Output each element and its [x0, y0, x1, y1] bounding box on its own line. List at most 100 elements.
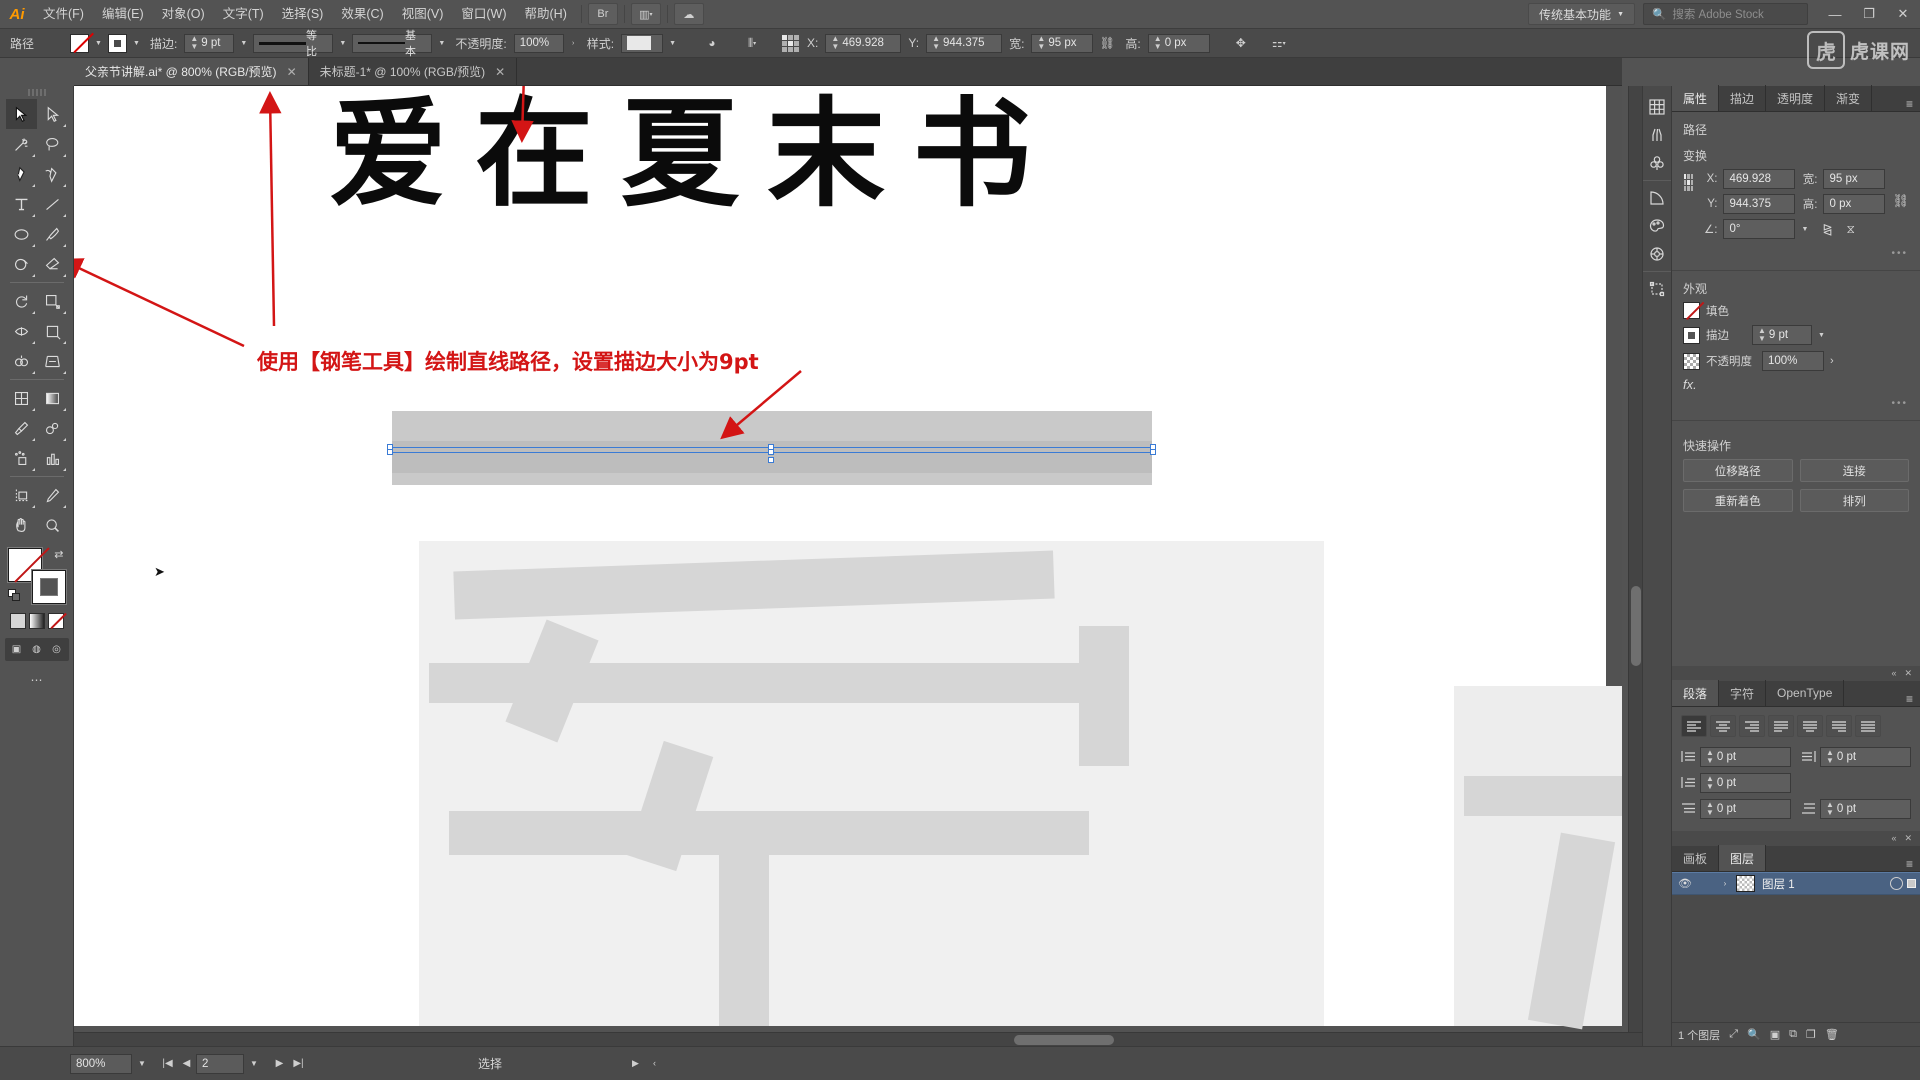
canvas-horizontal-scrollbar[interactable] [74, 1032, 1642, 1046]
pen-tool[interactable] [6, 159, 37, 189]
gradient-mode-icon[interactable] [28, 613, 45, 629]
tab-opentype[interactable]: OpenType [1766, 680, 1845, 706]
layer-selection-indicator[interactable] [1907, 879, 1916, 888]
width-tool[interactable] [6, 316, 37, 346]
first-artboard-button[interactable]: |◀ [158, 1054, 177, 1074]
justify-last-center-button[interactable] [1797, 715, 1823, 737]
artboard-tool[interactable] [6, 480, 37, 510]
scale-tool[interactable] [37, 286, 68, 316]
appearance-stroke-swatch[interactable] [1683, 326, 1700, 344]
transform-options-icon[interactable]: ✥ [1230, 33, 1252, 54]
stroke-color-swatch[interactable] [31, 570, 66, 604]
ellipse-tool[interactable] [6, 219, 37, 249]
next-artboard-button[interactable]: ▶ [270, 1054, 289, 1074]
slice-tool[interactable] [37, 480, 68, 510]
type-tool[interactable] [6, 189, 37, 219]
default-fill-stroke-icon[interactable] [7, 589, 21, 602]
appearance-opacity-row[interactable]: 不透明度 100% › [1672, 351, 1920, 377]
sync-settings-icon[interactable]: ☁ [673, 3, 704, 25]
transform-panel-icon[interactable] [1643, 275, 1671, 303]
offset-path-button[interactable]: 位移路径 [1683, 459, 1793, 482]
zoom-level-field[interactable]: 800% [70, 1053, 132, 1074]
color-panel-icon[interactable] [1643, 212, 1671, 240]
canvas-vertical-scrollbar[interactable] [1628, 86, 1642, 1046]
zoom-dropdown-icon[interactable]: ▼ [132, 1054, 152, 1074]
anchor-point[interactable] [1150, 449, 1156, 455]
layers-list-body[interactable] [1672, 895, 1920, 1022]
menu-select[interactable]: 选择(S) [273, 0, 333, 29]
artboard-dropdown-icon[interactable]: ▼ [244, 1054, 264, 1074]
prop-angle-field[interactable]: 0° [1723, 219, 1796, 239]
tab-stroke[interactable]: 描边 [1719, 85, 1767, 111]
close-button[interactable]: ✕ [1886, 0, 1920, 29]
eyedropper-tool[interactable] [6, 413, 37, 443]
gradient-tool[interactable] [37, 383, 68, 413]
flip-horizontal-icon[interactable]: ⧎ [1822, 222, 1832, 236]
zoom-tool[interactable] [37, 510, 68, 540]
document-tab-1[interactable]: 父亲节讲解.ai* @ 800% (RGB/预览) ✕ [74, 58, 309, 85]
mesh-tool[interactable] [6, 383, 37, 413]
lasso-tool[interactable] [37, 129, 68, 159]
close-icon[interactable]: ✕ [1904, 833, 1912, 844]
perspective-grid-tool[interactable] [37, 346, 68, 376]
tab-transparency[interactable]: 透明度 [1766, 85, 1826, 111]
color-mode-icon[interactable] [9, 613, 26, 629]
space-after-field[interactable]: ▲ ▼ 0 pt [1820, 799, 1911, 819]
symbols-panel-icon[interactable] [1643, 149, 1671, 177]
symbol-sprayer-tool[interactable] [6, 443, 37, 473]
y-field[interactable]: ▲ ▼ 944.375 [926, 33, 1003, 53]
tab-character[interactable]: 字符 [1719, 680, 1767, 706]
graphic-style-swatch[interactable] [621, 33, 664, 53]
locate-object-icon[interactable]: ⤢ [1729, 1028, 1738, 1041]
layer-target-icon[interactable] [1890, 877, 1903, 890]
arrange-documents-icon[interactable]: ▥ ▾ [630, 3, 661, 25]
chevron-right-icon[interactable]: › [1718, 879, 1732, 888]
justify-last-right-button[interactable] [1826, 715, 1852, 737]
stepper-icon[interactable]: ▲ ▼ [190, 35, 198, 51]
first-line-indent-item[interactable]: ▲ ▼ 0 pt [1681, 773, 1791, 793]
scroll-thumb[interactable] [1014, 1035, 1114, 1045]
fx-icon[interactable]: fx. [1683, 377, 1697, 392]
selection-tool[interactable] [5, 99, 37, 129]
lock-proportions-icon[interactable]: ⛓ [1096, 33, 1118, 54]
angle-dropdown-icon[interactable]: ▼ [1801, 226, 1808, 233]
more-options-icon[interactable]: ⚏ ▾ [1268, 33, 1290, 54]
close-icon[interactable]: ✕ [495, 65, 505, 79]
justify-all-button[interactable] [1855, 715, 1881, 737]
h-stepper-icon[interactable]: ▲ ▼ [1154, 35, 1162, 51]
opacity-field[interactable]: 100% [513, 33, 564, 53]
drawing-mode-behind-icon[interactable]: ◍ [28, 641, 46, 658]
direct-selection-tool[interactable] [37, 99, 68, 129]
blend-tool[interactable] [37, 413, 68, 443]
justify-last-left-button[interactable] [1768, 715, 1794, 737]
fill-dropdown-icon[interactable]: ▼ [92, 34, 105, 53]
appearance-stroke-row[interactable]: 描边 ▲ ▼ 9 pt ▼ [1672, 325, 1920, 351]
scroll-thumb[interactable] [1631, 586, 1641, 666]
prop-h-field[interactable]: 0 px [1823, 194, 1886, 214]
maximize-button[interactable]: ❐ [1852, 0, 1886, 29]
opacity-flyout-icon[interactable]: › [1830, 355, 1834, 367]
prop-x-field[interactable]: 469.928 [1723, 169, 1796, 189]
layer-row[interactable]: 👁 › 图层 1 [1672, 872, 1920, 895]
color-guide-panel-icon[interactable] [1643, 240, 1671, 268]
right-indent-field[interactable]: ▲ ▼ 0 pt [1820, 747, 1911, 767]
recolor-artwork-icon[interactable]: ◕ [701, 33, 723, 54]
selected-path[interactable] [387, 441, 1156, 463]
align-left-button[interactable] [1681, 715, 1707, 737]
create-sublayer-icon[interactable]: ▣ [1770, 1028, 1780, 1041]
column-graph-tool[interactable] [37, 443, 68, 473]
properties-reference-point[interactable] [1683, 173, 1694, 192]
profile-dropdown-icon[interactable]: ▼ [336, 34, 349, 53]
menu-view[interactable]: 视图(V) [393, 0, 453, 29]
prev-artboard-button[interactable]: ◀ [177, 1054, 196, 1074]
make-clipping-mask-icon[interactable]: 🔍 [1747, 1028, 1761, 1041]
paragraph-panel-menu-icon[interactable]: ≡ [1899, 692, 1920, 706]
constrain-proportions-icon[interactable]: ⛓ [1892, 193, 1909, 209]
arrange-button[interactable]: 排列 [1799, 489, 1909, 512]
align-right-button[interactable] [1739, 715, 1765, 737]
first-line-indent-field[interactable]: ▲ ▼ 0 pt [1700, 773, 1791, 793]
paintbrush-tool[interactable] [37, 219, 68, 249]
close-icon[interactable]: ✕ [287, 65, 297, 79]
swatches-panel-icon[interactable] [1643, 93, 1671, 121]
toolbar-grip[interactable] [22, 89, 52, 96]
